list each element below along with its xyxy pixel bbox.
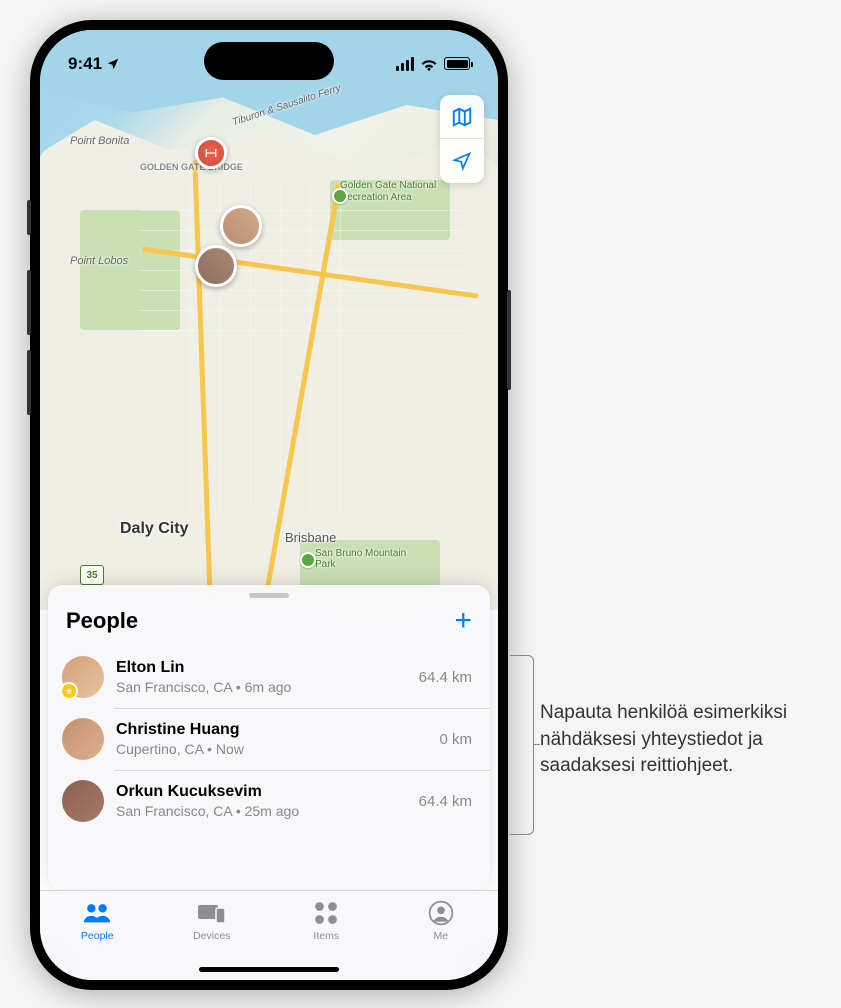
cellular-signal-icon (396, 57, 415, 71)
map-pin-person[interactable] (220, 205, 262, 247)
tab-label: People (81, 930, 114, 942)
list-item[interactable]: Christine Huang Cupertino, CA • Now 0 km (48, 708, 490, 770)
person-sublabel: San Francisco, CA • 25m ago (116, 803, 407, 819)
sheet-grabber[interactable] (249, 593, 289, 598)
map-label-point-bonita: Point Bonita (70, 135, 129, 147)
person-distance: 0 km (439, 731, 472, 748)
people-list: ★ Elton Lin San Francisco, CA • 6m ago 6… (48, 646, 490, 832)
person-sublabel: San Francisco, CA • 6m ago (116, 679, 407, 695)
map-icon (451, 106, 473, 128)
list-item[interactable]: ★ Elton Lin San Francisco, CA • 6m ago 6… (48, 646, 490, 708)
dynamic-island (204, 42, 334, 80)
tab-people[interactable]: People (40, 891, 155, 980)
map-label-brisbane: Brisbane (285, 530, 336, 545)
tab-label: Devices (193, 930, 230, 942)
person-name: Elton Lin (116, 659, 407, 677)
screen: 9:41 (40, 30, 498, 980)
person-name: Orkun Kucuksevim (116, 783, 407, 801)
tab-label: Items (313, 930, 339, 942)
map-mode-button[interactable] (440, 95, 484, 139)
map-label-daly-city: Daly City (120, 520, 188, 538)
list-item[interactable]: Orkun Kucuksevim San Francisco, CA • 25m… (48, 770, 490, 832)
map-label-ggnra: Golden Gate National Recreation Area (340, 180, 450, 203)
avatar (62, 718, 104, 760)
people-sheet[interactable]: People + ★ Elton Lin San Francisco, CA •… (48, 585, 490, 890)
locate-me-button[interactable] (440, 139, 484, 183)
tab-me[interactable]: Me (384, 891, 499, 980)
map-view[interactable]: Point Bonita Tiburon & Sausalito Ferry G… (40, 30, 498, 610)
map-pin-golden-gate[interactable] (195, 137, 227, 169)
home-indicator[interactable] (199, 967, 339, 972)
map-controls (440, 95, 484, 183)
location-services-icon (106, 57, 120, 71)
volume-down-button (27, 350, 31, 415)
people-icon (82, 900, 112, 926)
map-label-san-bruno: San Bruno Mountain Park (315, 548, 415, 570)
map-label-point-lobos: Point Lobos (70, 255, 128, 267)
wifi-icon (420, 57, 438, 71)
park-marker-icon (332, 188, 348, 204)
map-pin-person[interactable] (195, 245, 237, 287)
sheet-title: People (66, 608, 138, 634)
location-arrow-icon (452, 151, 472, 171)
power-button (507, 290, 511, 390)
callout-text: Napauta henkilöä esimerkiksi nähdäksesi … (540, 700, 820, 780)
person-sublabel: Cupertino, CA • Now (116, 741, 427, 757)
map-label-ggb: GOLDEN GATE BRIDGE (140, 162, 243, 172)
avatar: ★ (62, 656, 104, 698)
sheet-header: People + (48, 602, 490, 646)
callout-bracket (510, 655, 534, 835)
phone-frame: 9:41 (30, 20, 508, 990)
person-name: Christine Huang (116, 721, 427, 739)
park-marker-icon (300, 552, 316, 568)
devices-icon (196, 901, 228, 925)
favorite-star-icon: ★ (60, 682, 78, 700)
person-distance: 64.4 km (419, 793, 472, 810)
person-icon (428, 900, 454, 926)
status-time: 9:41 (68, 54, 102, 74)
volume-up-button (27, 270, 31, 335)
tab-label: Me (433, 930, 448, 942)
battery-icon (444, 57, 470, 70)
silence-switch (27, 200, 31, 235)
route-shield-35: 35 (80, 565, 104, 585)
items-icon (313, 900, 339, 926)
person-distance: 64.4 km (419, 669, 472, 686)
avatar (62, 780, 104, 822)
add-person-button[interactable]: + (454, 606, 472, 636)
